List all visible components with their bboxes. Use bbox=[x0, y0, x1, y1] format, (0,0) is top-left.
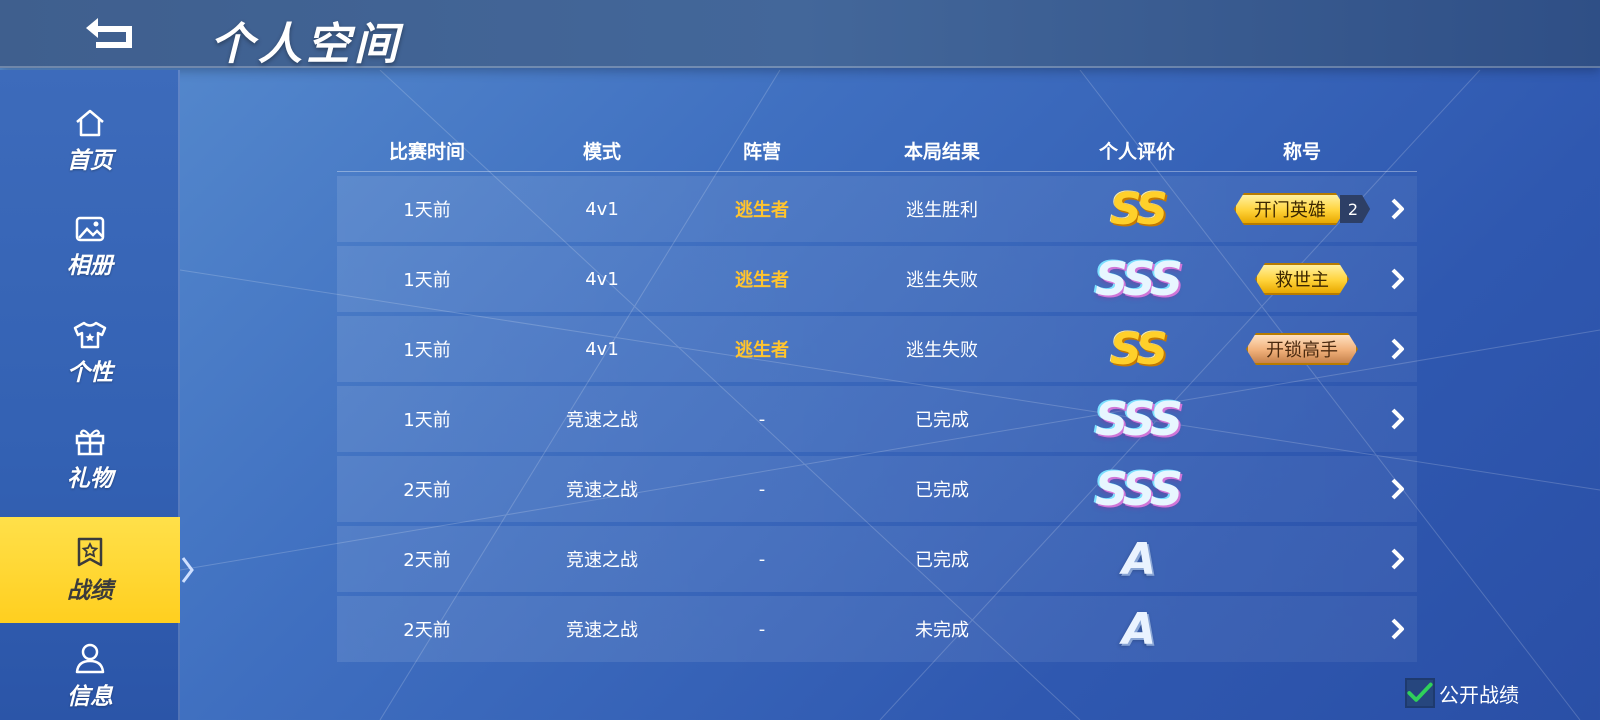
grade-badge: SSS bbox=[1094, 252, 1183, 306]
table-row[interactable]: 1天前 竞速之战 - 已完成 SSS bbox=[337, 386, 1417, 452]
match-camp: 逃生者 bbox=[735, 270, 789, 291]
grade-badge: A bbox=[1121, 603, 1156, 655]
match-camp: 逃生者 bbox=[735, 340, 789, 361]
row-detail-arrow[interactable] bbox=[1377, 267, 1417, 291]
table-row[interactable]: 2天前 竞速之战 - 未完成 A bbox=[337, 596, 1417, 662]
table-row[interactable]: 1天前 4v1 逃生者 逃生胜利 SS 开门英雄 2 bbox=[337, 176, 1417, 242]
match-result: 已完成 bbox=[915, 550, 969, 571]
table-row[interactable]: 1天前 4v1 逃生者 逃生失败 SSS 救世主 bbox=[337, 246, 1417, 312]
sidebar-item-label: 礼物 bbox=[67, 466, 113, 492]
grade-badge: A bbox=[1121, 533, 1156, 585]
title-badge: 开门英雄 bbox=[1234, 193, 1346, 225]
match-time: 2天前 bbox=[403, 550, 451, 571]
sidebar-item-label: 首页 bbox=[67, 148, 113, 174]
match-result: 逃生胜利 bbox=[906, 200, 978, 221]
match-camp: - bbox=[758, 548, 766, 570]
row-detail-arrow[interactable] bbox=[1377, 407, 1417, 431]
grade-badge: SS bbox=[1110, 183, 1168, 235]
row-detail-arrow[interactable] bbox=[1377, 477, 1417, 501]
match-camp: 逃生者 bbox=[735, 200, 789, 221]
sidebar: 首页 相册 个性 礼物 战绩 信息 bbox=[0, 70, 180, 720]
match-mode: 竞速之战 bbox=[566, 410, 638, 431]
chevron-right-icon bbox=[1391, 198, 1404, 220]
image-icon bbox=[75, 216, 105, 242]
match-camp: - bbox=[758, 408, 766, 430]
public-record-checkbox[interactable] bbox=[1405, 678, 1435, 708]
grade-badge: SS bbox=[1110, 323, 1168, 375]
match-mode: 4v1 bbox=[585, 338, 619, 360]
title-badge: 救世主 bbox=[1255, 263, 1349, 295]
header-title: 称号 bbox=[1282, 141, 1321, 163]
match-time: 1天前 bbox=[403, 270, 451, 291]
row-detail-arrow[interactable] bbox=[1377, 617, 1417, 641]
header-camp: 阵营 bbox=[742, 141, 781, 163]
chevron-right-icon bbox=[1391, 268, 1404, 290]
badge-star-icon bbox=[77, 537, 103, 567]
checkmark-icon bbox=[1407, 682, 1433, 702]
header-match-time: 比赛时间 bbox=[388, 141, 465, 163]
sidebar-item-gift[interactable]: 礼物 bbox=[0, 406, 180, 512]
match-camp: - bbox=[758, 478, 766, 500]
header-mode: 模式 bbox=[582, 141, 621, 163]
sidebar-item-home[interactable]: 首页 bbox=[0, 88, 180, 194]
sidebar-item-label: 相册 bbox=[67, 253, 113, 279]
sidebar-item-label: 战绩 bbox=[67, 578, 113, 604]
top-bar: 个人空间 bbox=[0, 0, 1600, 70]
sidebar-item-info[interactable]: 信息 bbox=[0, 623, 180, 720]
match-time: 1天前 bbox=[403, 410, 451, 431]
chevron-right-icon bbox=[1391, 618, 1404, 640]
grade-badge: SSS bbox=[1094, 392, 1183, 446]
back-button[interactable] bbox=[80, 12, 140, 56]
page-title: 个人空间 bbox=[210, 19, 402, 70]
match-result: 逃生失败 bbox=[906, 270, 978, 291]
chevron-right-icon bbox=[1391, 408, 1404, 430]
table-row[interactable]: 2天前 竞速之战 - 已完成 SSS bbox=[337, 456, 1417, 522]
match-result: 已完成 bbox=[915, 410, 969, 431]
chevron-right-icon bbox=[1391, 478, 1404, 500]
public-record-toggle[interactable]: 公开战绩 bbox=[1405, 678, 1519, 708]
sidebar-item-record[interactable]: 战绩 bbox=[0, 517, 180, 623]
public-record-label: 公开战绩 bbox=[1439, 682, 1519, 707]
title-badge-group: 开门英雄 2 bbox=[1234, 193, 1370, 225]
active-indicator-icon bbox=[181, 557, 194, 583]
row-detail-arrow[interactable] bbox=[1377, 337, 1417, 361]
match-time: 1天前 bbox=[403, 200, 451, 221]
row-detail-arrow[interactable] bbox=[1377, 197, 1417, 221]
home-icon bbox=[76, 109, 104, 137]
match-time: 2天前 bbox=[403, 480, 451, 501]
grade-badge: SSS bbox=[1094, 462, 1183, 516]
title-count-badge: 2 bbox=[1340, 195, 1370, 223]
back-arrow-icon bbox=[86, 18, 132, 48]
gift-icon bbox=[75, 429, 105, 456]
sidebar-item-album[interactable]: 相册 bbox=[0, 194, 180, 300]
match-time: 2天前 bbox=[403, 620, 451, 641]
table-row[interactable]: 2天前 竞速之战 - 已完成 A bbox=[337, 526, 1417, 592]
match-mode: 竞速之战 bbox=[566, 620, 638, 641]
match-mode: 4v1 bbox=[585, 268, 619, 290]
match-result: 未完成 bbox=[915, 620, 969, 641]
shirt-icon bbox=[73, 321, 107, 349]
row-detail-arrow[interactable] bbox=[1377, 547, 1417, 571]
match-camp: - bbox=[758, 618, 766, 640]
user-icon bbox=[75, 643, 105, 674]
sidebar-item-personality[interactable]: 个性 bbox=[0, 300, 180, 406]
sidebar-item-label: 信息 bbox=[67, 684, 113, 710]
match-time: 1天前 bbox=[403, 340, 451, 361]
table-header: 比赛时间 模式 阵营 本局结果 个人评价 称号 bbox=[337, 130, 1417, 172]
match-mode: 竞速之战 bbox=[566, 550, 638, 571]
match-mode: 4v1 bbox=[585, 198, 619, 220]
match-record-table: 比赛时间 模式 阵营 本局结果 个人评价 称号 1天前 4v1 逃生者 逃生胜利… bbox=[337, 130, 1417, 662]
table-row[interactable]: 1天前 4v1 逃生者 逃生失败 SS 开锁高手 bbox=[337, 316, 1417, 382]
match-mode: 竞速之战 bbox=[566, 480, 638, 501]
match-result: 逃生失败 bbox=[906, 340, 978, 361]
title-badge: 开锁高手 bbox=[1246, 333, 1358, 365]
sidebar-item-label: 个性 bbox=[67, 360, 113, 386]
chevron-right-icon bbox=[1391, 548, 1404, 570]
header-rating: 个人评价 bbox=[1098, 141, 1175, 163]
match-result: 已完成 bbox=[915, 480, 969, 501]
chevron-right-icon bbox=[1391, 338, 1404, 360]
header-result: 本局结果 bbox=[903, 141, 980, 163]
